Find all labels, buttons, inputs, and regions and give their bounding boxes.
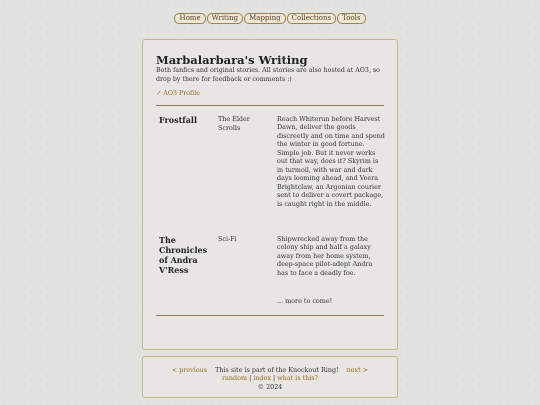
nav-writing[interactable]: Writing <box>206 13 244 24</box>
nav-tools[interactable]: Tools <box>337 13 366 24</box>
story-genre: Sci-Fi <box>218 235 237 243</box>
page-title: Marbalarbara's Writing <box>156 53 308 67</box>
content-card: Marbalarbara's Writing Both fanfics and … <box>142 39 398 350</box>
webring-prev-link[interactable]: < previous <box>172 366 207 374</box>
webring-next-link[interactable]: next > <box>347 366 368 374</box>
more-to-come-note: ... more to come! <box>277 297 333 305</box>
divider-top <box>156 105 384 106</box>
story-description: Shipwrecked away from the colony ship an… <box>277 235 373 277</box>
webring-index-link[interactable]: index <box>253 374 271 382</box>
webring-text: This site is part of the Knockout Ring! <box>215 366 339 374</box>
webring-random-link[interactable]: random <box>222 374 247 382</box>
ao3-profile-link[interactable]: ↗ AO3 Profile <box>156 90 200 97</box>
divider-bottom <box>156 315 384 316</box>
webring-line: < previous This site is part of the Knoc… <box>143 366 397 374</box>
ao3-profile-label: AO3 Profile <box>163 90 200 97</box>
webring-whatis-link[interactable]: what is this? <box>277 374 318 382</box>
top-nav: Home Writing Mapping Collections Tools <box>0 13 540 24</box>
nav-home[interactable]: Home <box>174 13 206 24</box>
story-title[interactable]: Frostfall <box>159 115 215 125</box>
separator: | <box>249 374 252 382</box>
page-intro: Both fanfics and original stories. All s… <box>156 67 380 83</box>
nav-collections[interactable]: Collections <box>286 13 337 24</box>
separator: | <box>272 374 276 382</box>
copyright: © 2024 <box>257 383 283 391</box>
nav-mapping[interactable]: Mapping <box>244 13 286 24</box>
external-arrow-icon: ↗ <box>156 90 162 97</box>
story-genre: The Elder Scrolls <box>218 115 250 132</box>
webring-links: random | index | what is this? <box>143 374 397 382</box>
webring-footer: < previous This site is part of the Knoc… <box>142 356 398 398</box>
story-title[interactable]: The Chronicles of Andra V'Ress <box>159 235 215 275</box>
story-description: Reach Whiterun before Harvest Dawn, deli… <box>277 115 385 208</box>
